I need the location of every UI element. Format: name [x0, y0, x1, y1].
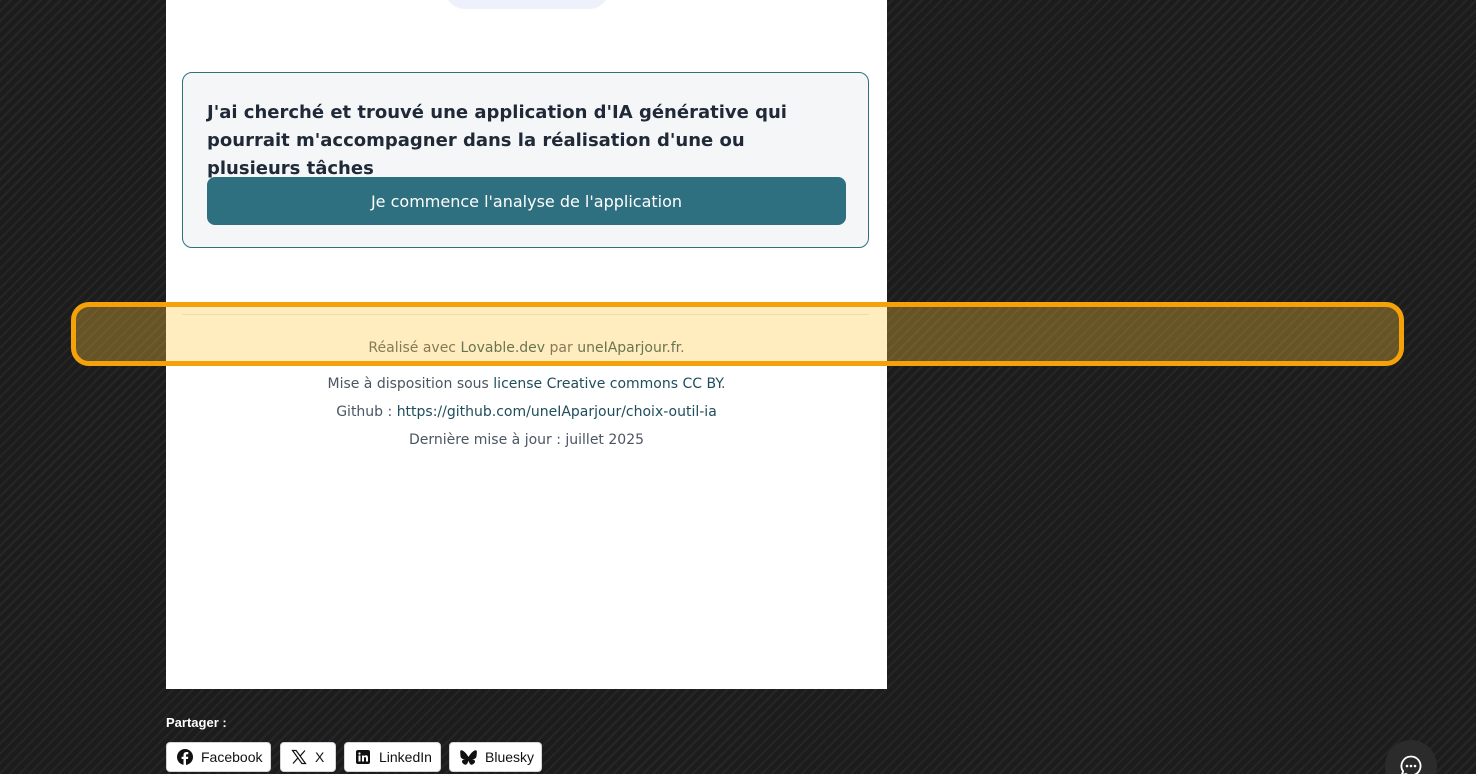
- last-update-text: Dernière mise à jour : juillet 2025: [408, 432, 645, 448]
- share-label: Partager :: [166, 715, 227, 730]
- made-with-prefix: Réalisé avec: [368, 340, 461, 356]
- footer-divider: [182, 314, 869, 315]
- license-suffix: .: [721, 376, 726, 392]
- share-bluesky-label: Bluesky: [485, 749, 535, 765]
- analysis-card: J'ai cherché et trouvé une application d…: [182, 72, 869, 248]
- card-description: J'ai cherché et trouvé une application d…: [207, 102, 787, 179]
- share-linkedin-button[interactable]: LinkedIn: [344, 742, 441, 772]
- license-link[interactable]: license Creative commons CC BY: [493, 376, 721, 392]
- share-x-label: X: [315, 749, 325, 765]
- share-bluesky-button[interactable]: Bluesky: [449, 742, 542, 772]
- share-facebook-label: Facebook: [201, 749, 263, 765]
- main-panel: J'ai cherché et trouvé une application d…: [166, 0, 887, 689]
- made-with-suffix: .: [680, 340, 685, 356]
- github-link[interactable]: https://github.com/uneIAparjour/choix-ou…: [397, 404, 717, 420]
- github-line: Github : https://github.com/uneIAparjour…: [166, 404, 887, 420]
- x-icon: [291, 749, 307, 765]
- share-linkedin-label: LinkedIn: [379, 749, 432, 765]
- github-prefix: Github :: [336, 404, 397, 420]
- chat-ellipsis-icon: [1399, 754, 1423, 774]
- by-text: par: [545, 340, 578, 356]
- linkedin-icon: [355, 749, 371, 765]
- share-x-button[interactable]: X: [280, 742, 336, 772]
- top-pill-button[interactable]: [445, 0, 609, 9]
- share-facebook-button[interactable]: Facebook: [166, 742, 271, 772]
- chat-launcher-button[interactable]: [1385, 740, 1437, 774]
- start-analysis-button[interactable]: Je commence l'analyse de l'application: [207, 177, 846, 225]
- license-line: Mise à disposition sous license Creative…: [166, 376, 887, 392]
- facebook-icon: [177, 749, 193, 765]
- bluesky-icon: [460, 749, 477, 765]
- lovable-link[interactable]: Lovable.dev: [460, 340, 545, 356]
- license-prefix: Mise à disposition sous: [327, 376, 494, 392]
- made-with-line: Réalisé avec Lovable.dev par uneIAparjou…: [166, 340, 887, 356]
- site-link[interactable]: uneIAparjour.fr: [577, 340, 680, 356]
